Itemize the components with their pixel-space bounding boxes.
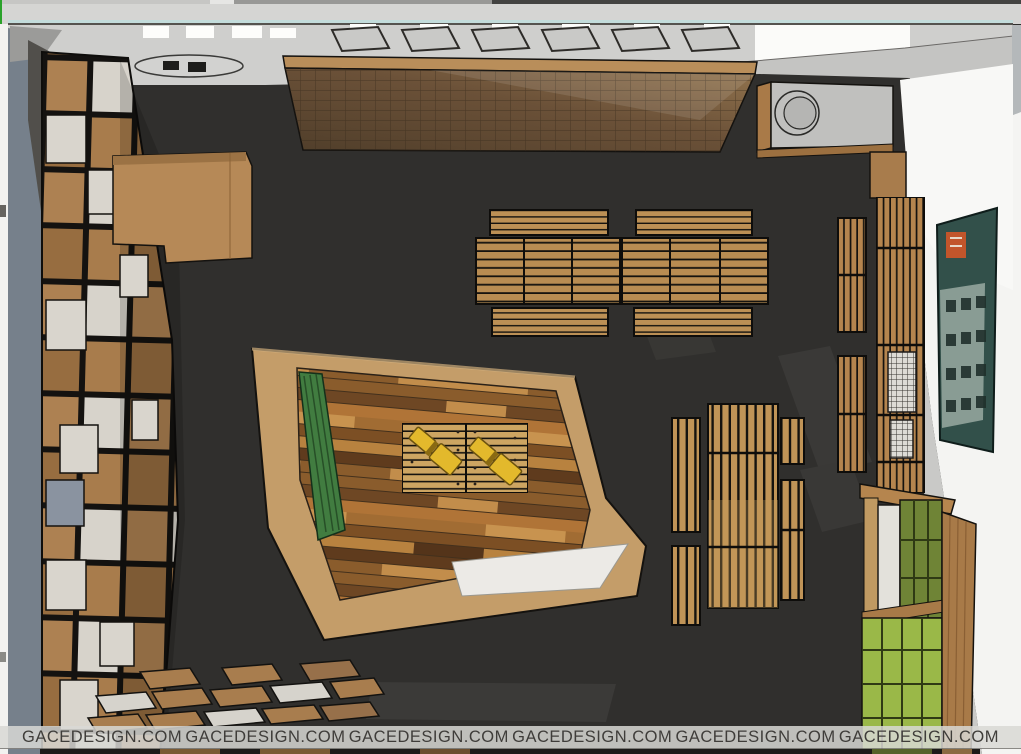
watermark-text: GACEDESIGN.COM <box>676 728 836 747</box>
long-slat-table-left-group <box>476 210 620 336</box>
watermark-text: GACEDESIGN.COM <box>349 728 509 747</box>
calligraphy-poster <box>937 208 997 452</box>
watermark-text: GACEDESIGN.COM <box>185 728 345 747</box>
ceiling-oval-table <box>135 55 243 77</box>
floor-light-patch <box>366 682 616 722</box>
render-scene <box>0 0 1021 754</box>
teal-accent-line <box>8 20 1013 23</box>
interior-render-image: GACEDESIGN.COM GACEDESIGN.COM GACEDESIGN… <box>0 0 1021 754</box>
wood-slat-canopy <box>283 56 757 152</box>
mesh-panel-1 <box>888 352 916 412</box>
blue-cube <box>46 480 84 526</box>
service-counter-round-sink <box>757 82 893 158</box>
wall-slat-shelf-with-mesh <box>870 152 924 492</box>
watermark-text: GACEDESIGN.COM <box>839 728 999 747</box>
green-cube-shelf <box>860 484 976 754</box>
watermark-text: GACEDESIGN.COM <box>22 728 182 747</box>
bottom-edge-strip <box>40 749 980 754</box>
white-cubby <box>878 505 900 620</box>
watermark-band: GACEDESIGN.COM GACEDESIGN.COM GACEDESIGN… <box>0 726 1021 749</box>
watermark-text: GACEDESIGN.COM <box>512 728 672 747</box>
long-slat-table-right-group <box>622 210 768 336</box>
vertical-slat-table-cluster <box>672 404 804 625</box>
mesh-panel-2 <box>890 420 913 458</box>
